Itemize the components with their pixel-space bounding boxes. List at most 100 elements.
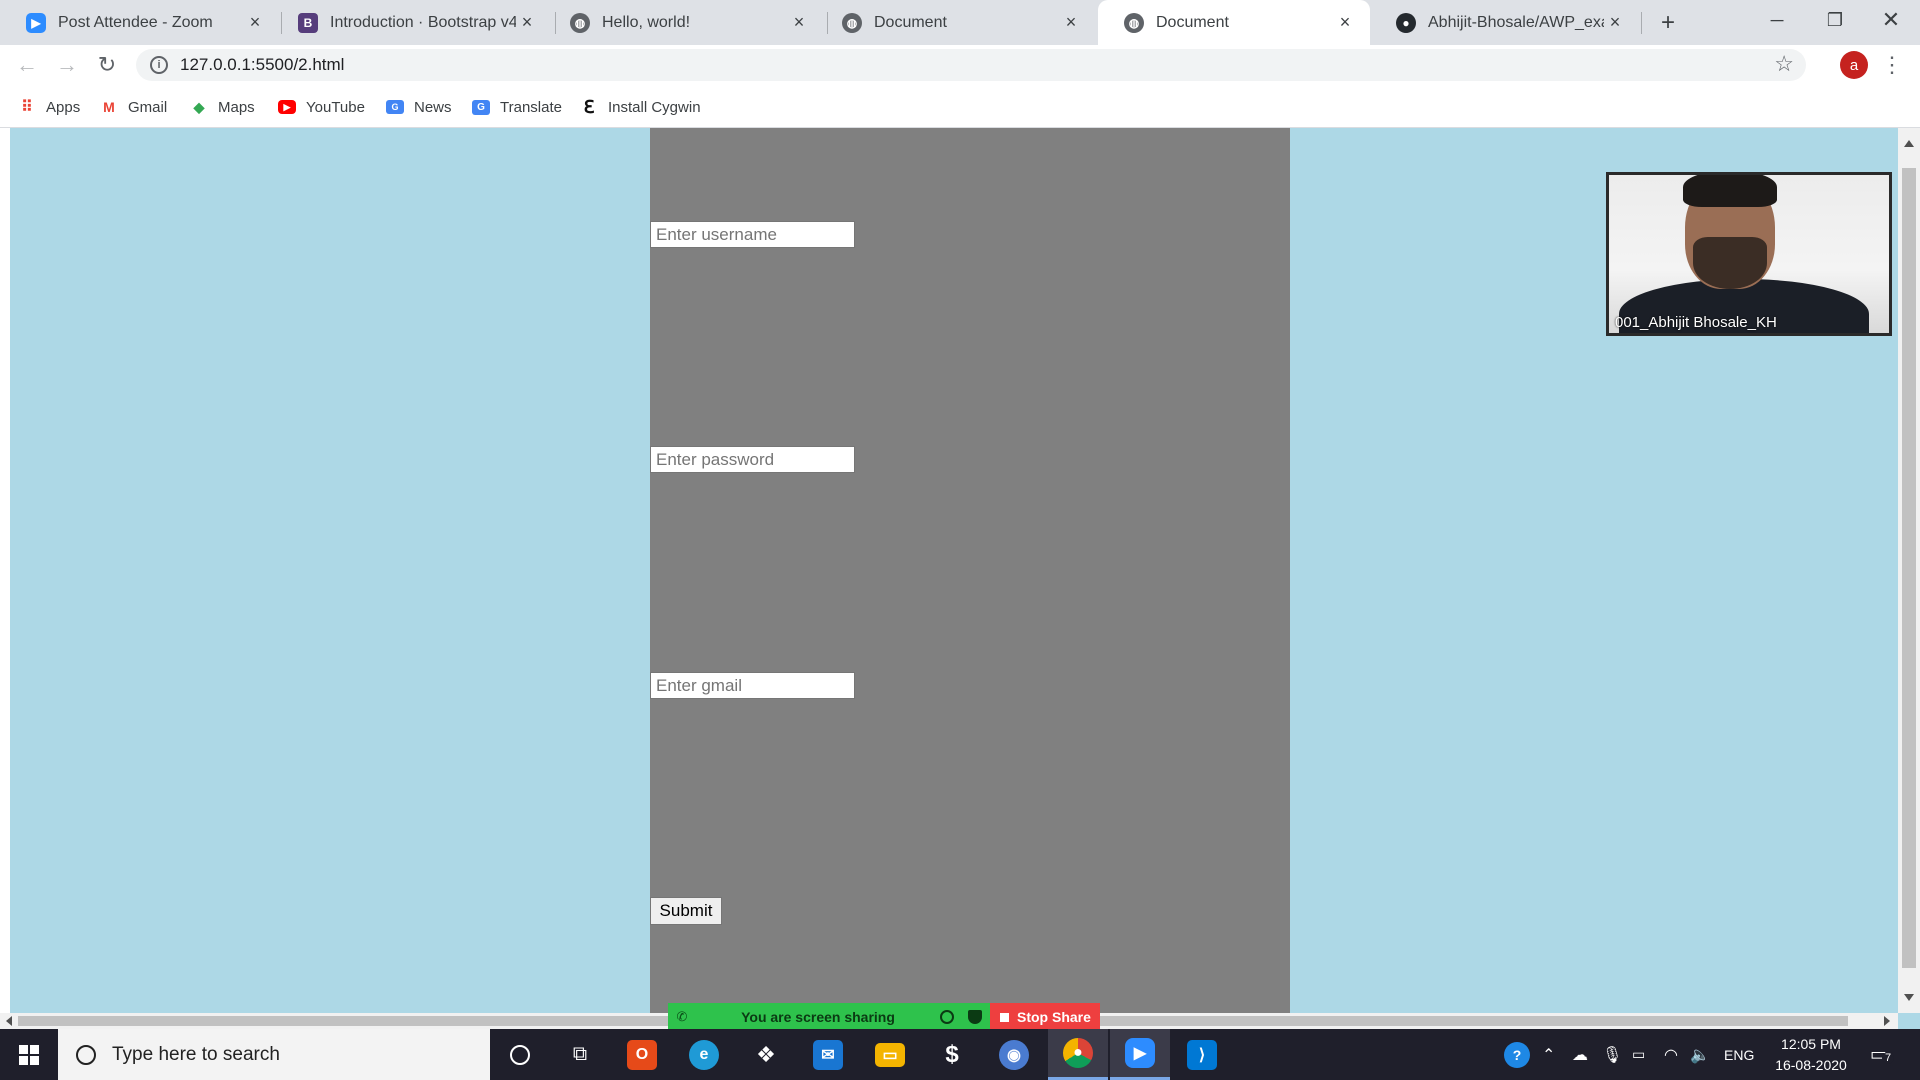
scroll-up-arrow[interactable] xyxy=(1904,140,1914,147)
url-text: 127.0.0.1:5500/2.html xyxy=(180,55,345,74)
screen-sharing-bar[interactable]: ✆ You are screen sharing xyxy=(668,1003,990,1031)
taskbar-clock[interactable]: 12:05 PM 16-08-2020 xyxy=(1766,1034,1856,1076)
mail-button[interactable]: ✉ xyxy=(798,1029,858,1080)
chromium-icon: ◉ xyxy=(999,1039,1029,1070)
tab-document-1[interactable]: ◍ Document × xyxy=(816,0,1096,45)
bookmark-label: Translate xyxy=(500,98,562,116)
scroll-left-arrow[interactable] xyxy=(6,1016,12,1026)
bookmark-star-icon[interactable]: ☆ xyxy=(1774,51,1794,77)
tab-document-2[interactable]: ◍ Document × xyxy=(1098,0,1370,45)
back-button[interactable]: ← xyxy=(11,49,43,81)
participant-hair xyxy=(1683,175,1777,207)
tab-bootstrap[interactable]: B Introduction · Bootstrap v4.5 × xyxy=(272,0,552,45)
browser-toolbar: ← → ↻ i 127.0.0.1:5500/2.html ☆ xyxy=(0,45,1920,85)
reload-button[interactable]: ↻ xyxy=(91,49,123,81)
username-input[interactable] xyxy=(650,221,855,248)
bookmark-gmail[interactable]: M Gmail xyxy=(100,96,167,118)
office-button[interactable]: O xyxy=(612,1029,672,1080)
info-icon[interactable]: i xyxy=(150,56,168,74)
close-window-button[interactable]: ✕ xyxy=(1862,0,1920,40)
github-icon: ● xyxy=(1396,12,1416,33)
submit-button[interactable]: Submit xyxy=(650,897,722,925)
scroll-down-arrow[interactable] xyxy=(1904,994,1914,1001)
edge-button[interactable]: e xyxy=(674,1029,734,1080)
scroll-right-arrow[interactable] xyxy=(1884,1016,1890,1026)
globe-icon: ◍ xyxy=(842,12,862,33)
bookmark-youtube[interactable]: ▶ YouTube xyxy=(278,96,365,118)
help-icon[interactable]: ? xyxy=(1504,1029,1530,1080)
tab-hello-world[interactable]: ◍ Hello, world! × xyxy=(544,0,824,45)
sublime-icon: $ xyxy=(945,1040,959,1068)
youtube-icon: ▶ xyxy=(278,100,296,114)
tab-title: Document xyxy=(874,13,947,31)
task-view-icon: ⧉ xyxy=(572,1043,588,1065)
tab-zoom[interactable]: ▶ Post Attendee - Zoom × xyxy=(0,0,280,45)
globe-icon: ◍ xyxy=(1124,12,1144,33)
close-icon[interactable]: × xyxy=(516,12,538,34)
stop-share-label: Stop Share xyxy=(1017,1009,1091,1025)
new-tab-button[interactable]: + xyxy=(1638,0,1698,45)
onedrive-icon[interactable]: ☁ xyxy=(1572,1029,1588,1080)
bookmark-cygwin[interactable]: ℇ Install Cygwin xyxy=(580,96,700,118)
vertical-scrollbar[interactable] xyxy=(1898,128,1920,1013)
gmail-icon: M xyxy=(103,99,115,115)
zoom-icon: ▶ xyxy=(1125,1038,1155,1068)
gmail-input[interactable] xyxy=(650,672,855,699)
password-input[interactable] xyxy=(650,446,855,473)
security-shield-icon xyxy=(968,1010,982,1024)
search-placeholder: Type here to search xyxy=(112,1043,280,1065)
notification-count: 7 xyxy=(1882,1052,1895,1064)
zoom-icon: ▶ xyxy=(26,12,46,33)
screen-sharing-label: You are screen sharing xyxy=(741,1009,895,1025)
edge-icon: e xyxy=(689,1039,719,1070)
zoom-taskbar-button[interactable]: ▶ xyxy=(1110,1029,1170,1080)
clock-date: 16-08-2020 xyxy=(1775,1057,1847,1073)
tab-title: Document xyxy=(1156,13,1229,31)
task-view-button[interactable]: ⧉ xyxy=(550,1029,610,1080)
cortana-button[interactable] xyxy=(490,1029,550,1080)
address-bar[interactable]: i 127.0.0.1:5500/2.html ☆ xyxy=(136,49,1806,81)
close-icon[interactable]: × xyxy=(1604,12,1626,34)
close-icon[interactable]: × xyxy=(788,12,810,34)
globe-icon: ◍ xyxy=(570,12,590,33)
restore-button[interactable]: ❐ xyxy=(1806,0,1864,40)
file-explorer-button[interactable]: ▭ xyxy=(860,1029,920,1080)
forward-button[interactable]: → xyxy=(51,49,83,81)
close-icon[interactable]: × xyxy=(1334,12,1356,34)
chromium-button[interactable]: ◉ xyxy=(984,1029,1044,1080)
scrollbar-thumb[interactable] xyxy=(1902,168,1916,968)
taskbar-search-box[interactable]: Type here to search xyxy=(58,1029,490,1080)
bookmark-maps[interactable]: ◆ Maps xyxy=(190,96,255,118)
office-icon: O xyxy=(627,1039,657,1070)
bookmarks-bar: ⠿ Apps M Gmail ◆ Maps ▶ YouTube G News G… xyxy=(0,85,1920,128)
microphone-icon[interactable]: 🎙 xyxy=(1602,1029,1622,1080)
clock-time: 12:05 PM xyxy=(1781,1036,1841,1052)
volume-icon[interactable]: 🔈 xyxy=(1690,1029,1710,1080)
wifi-icon[interactable]: ◠ xyxy=(1664,1029,1678,1080)
zoom-video-thumbnail[interactable]: 001_Abhijit Bhosale_KH xyxy=(1606,172,1892,336)
vscode-icon: ⟩ xyxy=(1187,1039,1217,1070)
notification-center-icon[interactable]: ▭ 7 xyxy=(1870,1029,1895,1080)
browser-menu-icon[interactable]: ⋮ xyxy=(1881,50,1903,80)
windows-taskbar: Type here to search ⧉ O e ❖ ✉ ▭ $ ◉ ● ▶ … xyxy=(0,1029,1920,1080)
minimize-button[interactable]: ─ xyxy=(1748,0,1806,40)
dropbox-button[interactable]: ❖ xyxy=(736,1029,796,1080)
battery-icon[interactable]: ▭ xyxy=(1632,1029,1645,1080)
tab-github[interactable]: ● Abhijit-Bhosale/AWP_exam × xyxy=(1370,0,1640,45)
profile-avatar[interactable]: a xyxy=(1840,51,1868,79)
language-indicator[interactable]: ENG xyxy=(1724,1029,1754,1080)
bookmark-label: News xyxy=(414,98,452,116)
close-icon[interactable]: × xyxy=(1060,12,1082,34)
vscode-button[interactable]: ⟩ xyxy=(1172,1029,1232,1080)
bookmark-apps[interactable]: ⠿ Apps xyxy=(18,96,80,118)
bookmark-label: YouTube xyxy=(306,98,365,116)
stop-share-button[interactable]: Stop Share xyxy=(990,1003,1100,1031)
sublime-button[interactable]: $ xyxy=(922,1029,982,1080)
start-button[interactable] xyxy=(0,1029,58,1080)
chrome-button[interactable]: ● xyxy=(1048,1029,1108,1080)
bookmark-news[interactable]: G News xyxy=(386,96,452,118)
chevron-up-icon[interactable]: ⌃ xyxy=(1542,1029,1555,1080)
chrome-icon: ● xyxy=(1063,1038,1093,1068)
close-icon[interactable]: × xyxy=(244,12,266,34)
bookmark-translate[interactable]: G Translate xyxy=(472,96,562,118)
